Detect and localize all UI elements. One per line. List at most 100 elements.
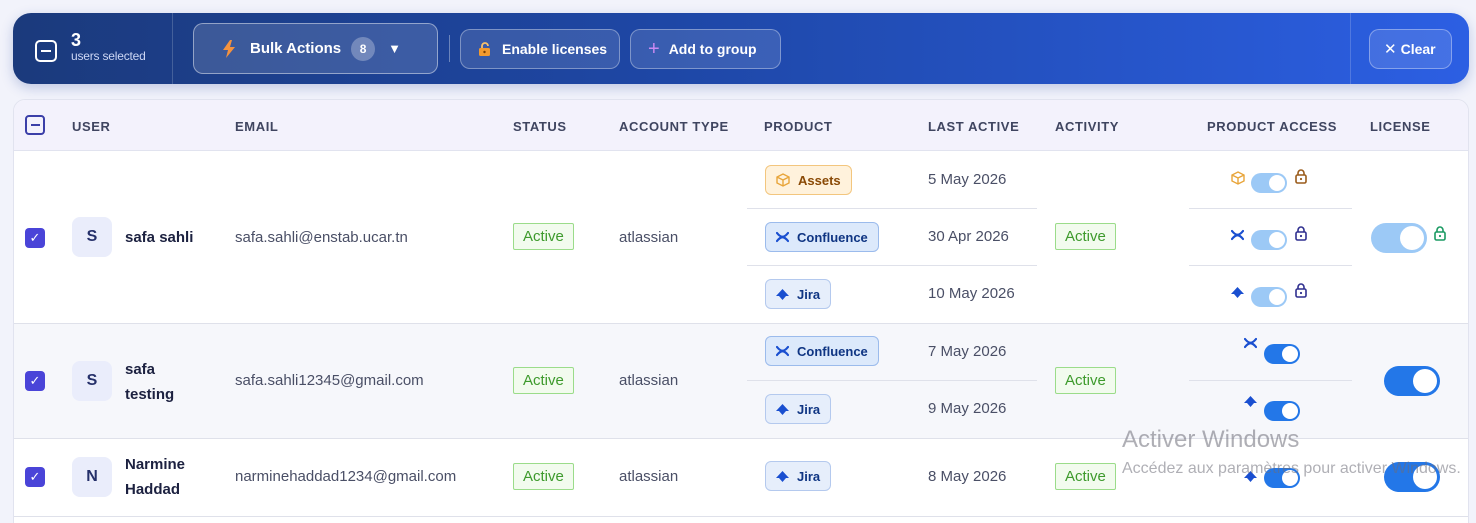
product-access-toggle[interactable] xyxy=(1264,344,1300,364)
user-email: safa.sahli12345@gmail.com xyxy=(235,372,424,389)
windows-activation-title: Activer Windows xyxy=(1122,426,1300,453)
status-badge: Active xyxy=(513,367,574,394)
enable-licenses-label: Enable licenses xyxy=(502,41,608,57)
user-email: narminehaddad1234@gmail.com xyxy=(235,468,457,485)
row-checkbox[interactable]: ✓ xyxy=(25,467,45,487)
product-access-toggle[interactable] xyxy=(1251,230,1287,250)
account-type: atlassian xyxy=(619,229,679,246)
row-checkbox[interactable]: ✓ xyxy=(25,371,45,391)
user-name: safa testing xyxy=(125,361,175,403)
product-access-toggle[interactable] xyxy=(1251,287,1287,307)
selection-summary: 3 users selected xyxy=(35,31,146,63)
table-header: USER EMAIL STATUS ACCOUNT TYPE PRODUCT L… xyxy=(14,100,1468,151)
last-active-date: 30 Apr 2026 xyxy=(928,228,1009,245)
last-active-date: 9 May 2026 xyxy=(928,400,1007,417)
bulk-actions-button[interactable]: Bulk Actions 8 ▼ xyxy=(193,23,438,74)
lock-icon xyxy=(1295,226,1307,246)
divider xyxy=(1189,265,1352,266)
last-active-date: 5 May 2026 xyxy=(928,171,1007,188)
product-chip-confluence: Confluence xyxy=(765,336,879,366)
lock-icon xyxy=(1434,226,1446,246)
lightning-icon xyxy=(222,39,236,58)
user-email: safa.sahli@enstab.ucar.tn xyxy=(235,229,408,246)
product-chip-jira: Jira xyxy=(765,279,832,309)
license-toggle[interactable] xyxy=(1371,223,1427,253)
divider xyxy=(172,13,173,84)
column-header-product-access[interactable]: PRODUCT ACCESS xyxy=(1207,119,1337,134)
confluence-icon xyxy=(776,231,789,243)
selected-count: 3 xyxy=(71,30,82,50)
clear-label: Clear xyxy=(1400,41,1436,57)
column-header-user[interactable]: USER xyxy=(72,119,111,134)
column-header-last-active[interactable]: LAST ACTIVE xyxy=(928,119,1019,134)
last-active-date: 7 May 2026 xyxy=(928,343,1007,360)
last-active-date: 8 May 2026 xyxy=(928,468,1007,485)
avatar: N xyxy=(72,457,112,497)
enable-licenses-button[interactable]: Enable licenses xyxy=(460,29,620,69)
product-name: Confluence xyxy=(797,229,868,245)
license-toggle[interactable] xyxy=(1384,366,1440,396)
bulk-actions-count-badge: 8 xyxy=(351,36,376,61)
product-chip-assets: Assets xyxy=(765,165,852,195)
select-all-checkbox[interactable] xyxy=(25,115,45,135)
plus-icon: + xyxy=(648,38,660,60)
deselect-all-checkbox[interactable] xyxy=(35,40,57,62)
activity-badge: Active xyxy=(1055,367,1116,394)
column-header-license[interactable]: LICENSE xyxy=(1370,119,1431,134)
confluence-icon xyxy=(1243,336,1258,354)
column-header-product[interactable]: PRODUCT xyxy=(764,119,832,134)
product-chip-jira: Jira xyxy=(765,461,832,491)
windows-activation-subtitle: Accédez aux paramètres pour activer Wind… xyxy=(1122,460,1461,477)
status-badge: Active xyxy=(513,463,574,490)
product-access-toggle[interactable] xyxy=(1251,173,1287,193)
selected-count-label: users selected xyxy=(71,49,146,63)
divider xyxy=(1189,380,1352,381)
status-badge: Active xyxy=(513,223,574,250)
account-type: atlassian xyxy=(619,372,679,389)
user-name: safa sahli xyxy=(125,229,194,246)
jira-icon xyxy=(776,470,789,482)
last-active-date: 10 May 2026 xyxy=(928,285,1015,302)
divider xyxy=(747,208,1037,209)
product-access-toggle[interactable] xyxy=(1264,401,1300,421)
product-name: Jira xyxy=(797,401,821,417)
close-icon: ✕ xyxy=(1384,41,1397,58)
bulk-action-bar: 3 users selected Bulk Actions 8 ▼ Enable… xyxy=(13,13,1469,84)
column-header-status[interactable]: STATUS xyxy=(513,119,567,134)
clear-selection-button[interactable]: ✕ Clear xyxy=(1369,29,1452,69)
activity-badge: Active xyxy=(1055,223,1116,250)
divider xyxy=(449,35,450,62)
product-name: Jira xyxy=(797,468,821,484)
chevron-down-icon: ▼ xyxy=(388,41,401,56)
divider xyxy=(1189,208,1352,209)
lock-icon xyxy=(1295,169,1307,189)
divider xyxy=(747,380,1037,381)
row-checkbox[interactable]: ✓ xyxy=(25,228,45,248)
add-to-group-button[interactable]: + Add to group xyxy=(630,29,781,69)
add-to-group-label: Add to group xyxy=(668,41,757,57)
product-name: Jira xyxy=(797,286,821,302)
activity-badge: Active xyxy=(1055,463,1116,490)
lock-icon xyxy=(1295,283,1307,303)
table-row[interactable]: ✓ S safa sahli safa.sahli@enstab.ucar.tn… xyxy=(14,151,1468,324)
assets-icon xyxy=(776,173,790,187)
jira-icon xyxy=(1244,394,1257,412)
jira-icon xyxy=(776,288,789,300)
product-chip-jira: Jira xyxy=(765,394,832,424)
confluence-icon xyxy=(1230,228,1245,246)
product-chip-confluence: Confluence xyxy=(765,222,879,252)
confluence-icon xyxy=(776,345,789,357)
jira-icon xyxy=(776,403,789,415)
column-header-activity[interactable]: ACTIVITY xyxy=(1055,119,1119,134)
table-row[interactable]: ✓ S safa testing safa.sahli12345@gmail.c… xyxy=(14,324,1468,439)
bulk-actions-label: Bulk Actions xyxy=(250,40,342,57)
user-name: Narmine Haddad xyxy=(125,456,186,498)
product-name: Confluence xyxy=(797,343,868,359)
product-name: Assets xyxy=(798,172,841,188)
column-header-email[interactable]: EMAIL xyxy=(235,119,278,134)
assets-icon xyxy=(1231,171,1245,190)
avatar: S xyxy=(72,217,112,257)
column-header-account-type[interactable]: ACCOUNT TYPE xyxy=(619,119,729,134)
avatar: S xyxy=(72,361,112,401)
account-type: atlassian xyxy=(619,468,679,485)
